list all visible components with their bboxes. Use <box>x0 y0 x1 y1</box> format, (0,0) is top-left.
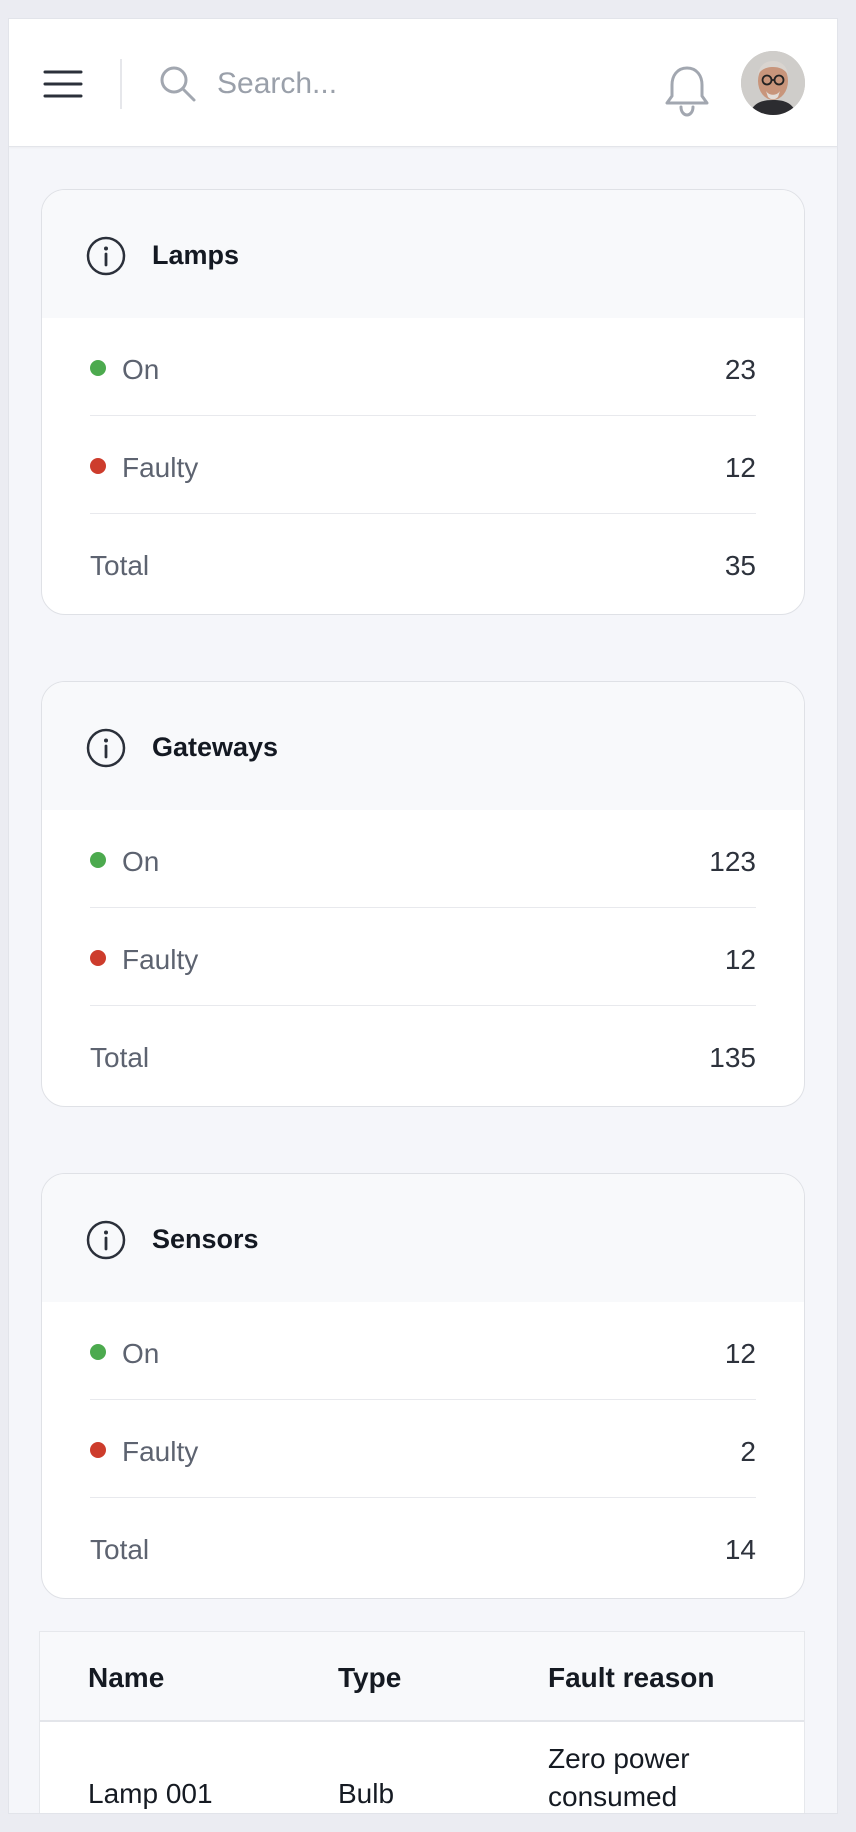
row-value: 123 <box>709 846 756 877</box>
lamps-card: Lamps On 23 Faulty 12 Total 35 <box>41 189 805 615</box>
status-row-total: Total 135 <box>90 1006 756 1104</box>
row-value: 35 <box>724 550 756 581</box>
faulty-status-dot <box>90 1442 106 1458</box>
row-value: 12 <box>724 452 756 483</box>
row-label: On <box>122 846 160 877</box>
hamburger-menu-icon[interactable] <box>43 67 83 101</box>
status-row-total: Total 35 <box>90 514 756 612</box>
app-frame: Lamps On 23 Faulty 12 Total 35 <box>8 18 838 1814</box>
status-row-total: Total 14 <box>90 1498 756 1596</box>
row-value: 23 <box>724 354 756 385</box>
row-value: 12 <box>724 944 756 975</box>
search-icon <box>157 63 199 105</box>
cell-fault-reason: Zero power consumed <box>548 1743 690 1812</box>
info-icon[interactable] <box>86 1220 126 1260</box>
faults-table: Name Type Fault reason Lamp 001 Bulb Zer… <box>39 1631 805 1813</box>
row-value: 12 <box>724 1338 756 1369</box>
on-status-dot <box>90 1344 106 1360</box>
row-label: Faulty <box>122 944 199 975</box>
status-row-faulty: Faulty 2 <box>90 1400 756 1498</box>
row-label: Faulty <box>122 452 199 483</box>
avatar[interactable] <box>741 51 805 115</box>
info-icon[interactable] <box>86 236 126 276</box>
faulty-status-dot <box>90 950 106 966</box>
card-header: Lamps <box>42 190 804 318</box>
status-row-on: On 123 <box>90 810 756 908</box>
on-status-dot <box>90 360 106 376</box>
row-value: 14 <box>724 1534 756 1565</box>
card-header: Gateways <box>42 682 804 810</box>
status-row-on: On 23 <box>90 318 756 416</box>
sensors-card: Sensors On 12 Faulty 2 Total 14 <box>41 1173 805 1599</box>
card-title: Sensors <box>152 1224 259 1254</box>
column-header-type[interactable]: Type <box>338 1662 401 1694</box>
status-row-faulty: Faulty 12 <box>90 908 756 1006</box>
row-label: On <box>122 1338 160 1369</box>
gateways-card: Gateways On 123 Faulty 12 Total 135 <box>41 681 805 1107</box>
info-icon[interactable] <box>86 728 126 768</box>
column-header-name[interactable]: Name <box>88 1662 164 1694</box>
card-header: Sensors <box>42 1174 804 1302</box>
row-label: Faulty <box>122 1436 199 1467</box>
row-label: On <box>122 354 160 385</box>
row-value: 135 <box>709 1042 756 1073</box>
cell-name: Lamp 001 <box>88 1778 213 1809</box>
status-row-faulty: Faulty 12 <box>90 416 756 514</box>
row-value: 2 <box>740 1436 756 1467</box>
search-input[interactable] <box>217 63 657 105</box>
row-label: Total <box>90 1534 150 1565</box>
row-label: Total <box>90 550 150 581</box>
card-title: Gateways <box>152 732 279 762</box>
status-row-on: On 12 <box>90 1302 756 1400</box>
table-header: Name Type Fault reason <box>40 1632 804 1722</box>
card-title: Lamps <box>152 240 240 270</box>
on-status-dot <box>90 852 106 868</box>
bell-icon[interactable] <box>663 63 711 123</box>
header-divider <box>120 59 122 109</box>
row-label: Total <box>90 1042 150 1073</box>
faulty-status-dot <box>90 458 106 474</box>
cell-type: Bulb <box>338 1778 395 1809</box>
top-bar <box>9 19 837 147</box>
column-header-fault-reason[interactable]: Fault reason <box>548 1662 714 1694</box>
